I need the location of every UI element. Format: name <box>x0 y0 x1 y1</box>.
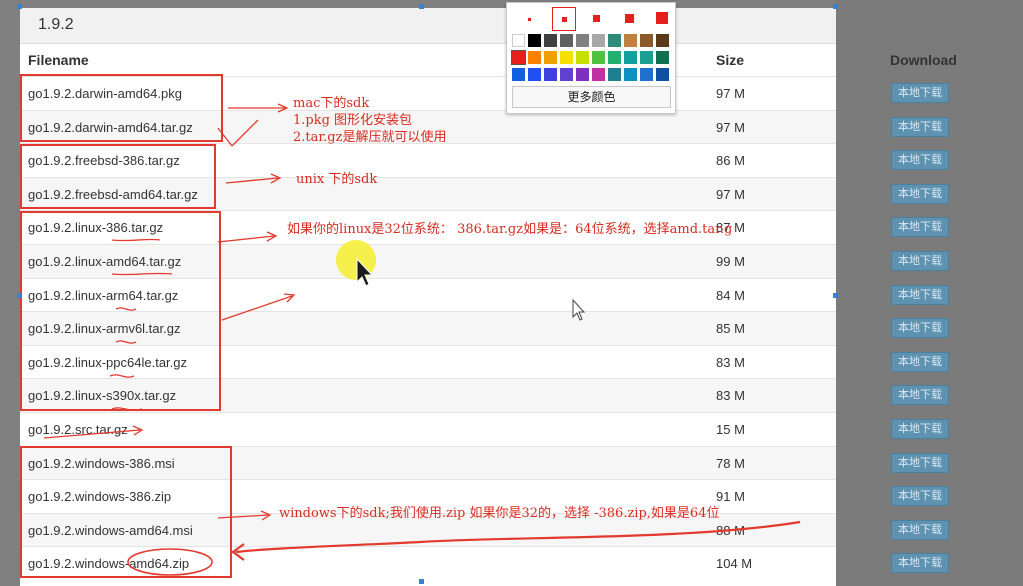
color-picker-popup: 更多颜色 <box>506 2 676 114</box>
color-swatch[interactable] <box>528 34 541 47</box>
color-swatch[interactable] <box>576 34 589 47</box>
brush-size-xxlarge[interactable] <box>651 7 675 31</box>
selection-handle[interactable] <box>17 293 22 298</box>
mac-tick-mark <box>217 119 259 147</box>
color-swatch[interactable] <box>608 51 621 64</box>
arrow-unix <box>225 177 279 184</box>
color-swatch[interactable] <box>624 34 637 47</box>
color-swatch[interactable] <box>528 51 541 64</box>
arrow-arm <box>221 295 293 321</box>
brush-size-small[interactable] <box>517 7 541 31</box>
color-swatch[interactable] <box>640 68 653 81</box>
color-swatch[interactable] <box>608 68 621 81</box>
brush-size-options <box>513 7 673 31</box>
color-swatch[interactable] <box>528 68 541 81</box>
brush-size-xlarge[interactable] <box>618 7 642 31</box>
color-swatch[interactable] <box>656 51 669 64</box>
color-swatch[interactable] <box>576 68 589 81</box>
color-swatch[interactable] <box>560 68 573 81</box>
color-swatch[interactable] <box>592 51 605 64</box>
selection-handle[interactable] <box>833 4 838 9</box>
secondary-cursor-icon <box>572 298 586 321</box>
color-swatch[interactable] <box>576 51 589 64</box>
underline-s390x <box>111 407 143 411</box>
underline-ppc64le <box>109 374 135 378</box>
selection-handle[interactable] <box>17 4 22 9</box>
underline-arm64 <box>115 307 137 311</box>
color-swatch[interactable] <box>512 68 525 81</box>
color-swatch[interactable] <box>640 34 653 47</box>
underline-armv6l <box>115 340 137 344</box>
color-swatch[interactable] <box>624 68 637 81</box>
selection-handle[interactable] <box>419 579 424 584</box>
color-swatch[interactable] <box>560 51 573 64</box>
color-swatch[interactable] <box>624 51 637 64</box>
color-swatch[interactable] <box>656 34 669 47</box>
color-swatch[interactable] <box>544 51 557 64</box>
color-swatch[interactable] <box>656 68 669 81</box>
brush-size-medium[interactable] <box>552 7 576 31</box>
amd64-zip-circle <box>127 548 213 576</box>
color-swatch[interactable] <box>544 34 557 47</box>
underline-386 <box>111 238 161 242</box>
arrow-src <box>43 429 141 439</box>
underline-amd64 <box>111 272 173 276</box>
selection-handle[interactable] <box>419 4 424 9</box>
color-swatch[interactable] <box>640 51 653 64</box>
curved-arrow-zip <box>235 520 801 554</box>
brush-size-large[interactable] <box>585 7 609 31</box>
more-colors-button[interactable]: 更多颜色 <box>512 86 671 108</box>
arrow-windows <box>217 514 269 519</box>
color-swatch[interactable] <box>592 68 605 81</box>
selection-handle[interactable] <box>833 293 838 298</box>
arrow-linux <box>217 235 275 243</box>
color-swatch[interactable] <box>544 68 557 81</box>
color-swatch[interactable] <box>511 50 526 65</box>
color-swatch[interactable] <box>592 34 605 47</box>
color-swatch[interactable] <box>512 34 525 47</box>
color-swatch[interactable] <box>608 34 621 47</box>
color-swatch[interactable] <box>560 34 573 47</box>
